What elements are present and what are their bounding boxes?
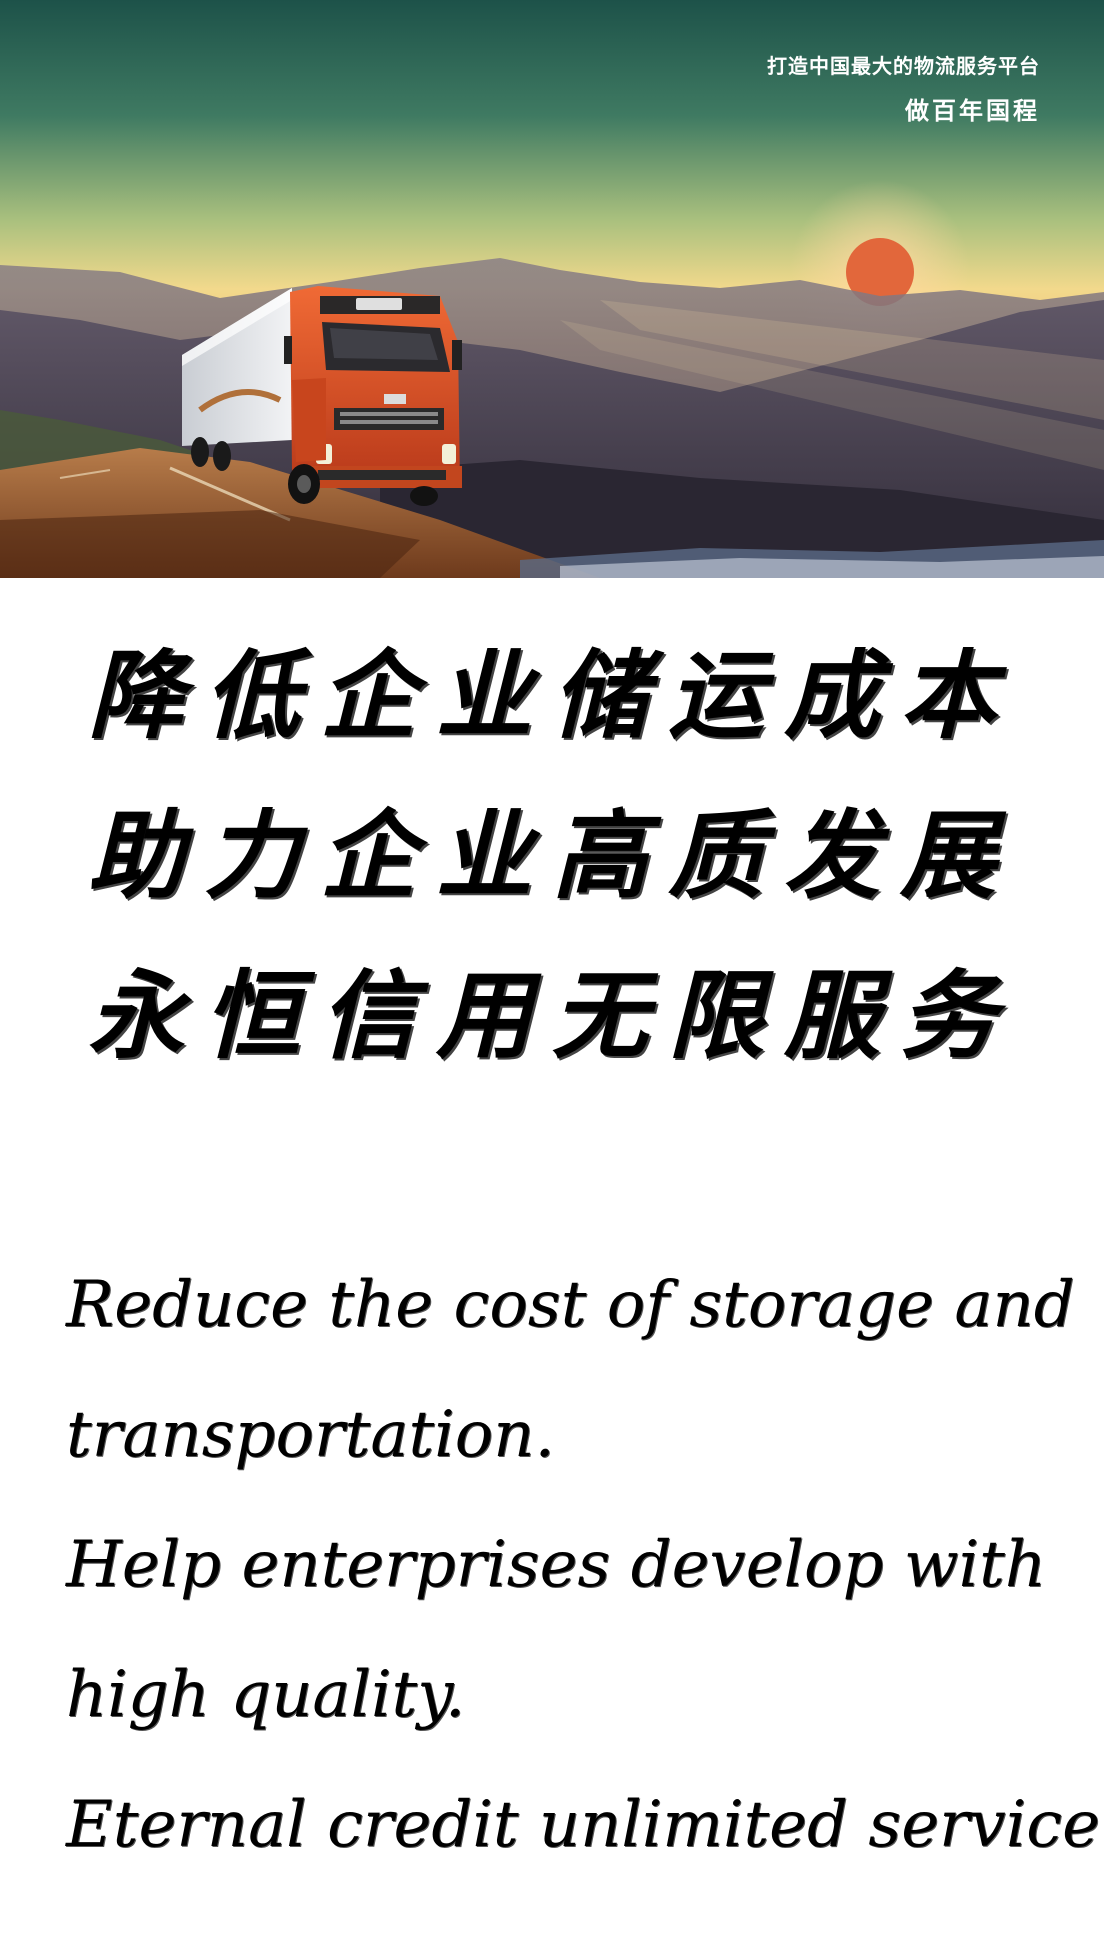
cn-slogan-3: 永恒信用无限服务 xyxy=(88,959,1016,1072)
chinese-slogans: 降低企业储运成本 助力企业高质发展 永恒信用无限服务 xyxy=(0,648,1104,1128)
en-slogan-line-5: Eternal credit unlimited service. xyxy=(66,1788,1104,1862)
tagline-slogan: 打造中国最大的物流服务平台 xyxy=(767,54,1040,78)
en-slogan-line-2: transportation. xyxy=(66,1398,555,1472)
en-slogan-line-4: high quality. xyxy=(66,1658,466,1732)
tagline-company-motto: 做百年国程 xyxy=(905,97,1040,125)
en-slogan-line-3: Help enterprises develop with xyxy=(66,1528,1047,1602)
en-slogan-line-1: Reduce the cost of storage and xyxy=(66,1268,1075,1342)
banner-tagline: 打造中国最大的物流服务平台 做百年国程 xyxy=(767,50,1040,126)
hero-banner: 打造中国最大的物流服务平台 做百年国程 xyxy=(0,0,1104,578)
cn-slogan-1: 降低企业储运成本 xyxy=(88,639,1016,752)
poster: 打造中国最大的物流服务平台 做百年国程 降低企业储运成本 助力企业高质发展 永恒… xyxy=(0,0,1104,1952)
english-slogans: Reduce the cost of storage and transport… xyxy=(66,1240,1104,1890)
cn-slogan-2: 助力企业高质发展 xyxy=(88,799,1016,912)
